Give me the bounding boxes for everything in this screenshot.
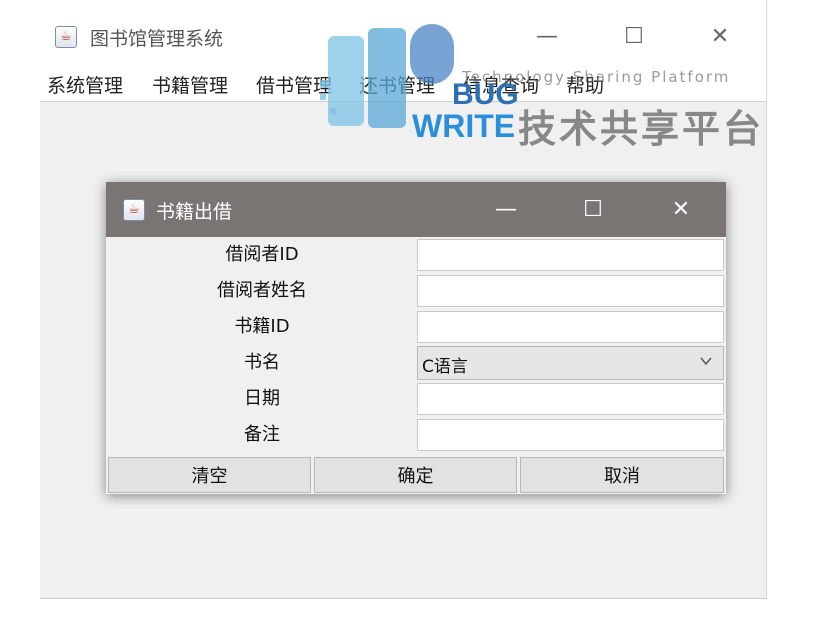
remark-input[interactable] <box>417 419 724 451</box>
menu-return-management[interactable]: 还书管理 <box>359 71 435 98</box>
borrower-id-label: 借阅者ID <box>225 244 299 265</box>
date-input[interactable] <box>417 383 724 415</box>
clear-button[interactable]: 清空 <box>108 457 311 493</box>
chevron-down-icon[interactable] <box>699 354 713 368</box>
main-titlebar[interactable]: ☕ 图书馆管理系统 — ☐ ✕ <box>40 0 766 68</box>
cancel-button[interactable]: 取消 <box>520 457 724 493</box>
remark-label: 备注 <box>244 424 280 445</box>
menu-bar: 系统管理 书籍管理 借书管理 还书管理 信息查询 帮助 <box>40 68 766 102</box>
book-name-select[interactable]: C语言 <box>417 346 724 380</box>
menu-book-management[interactable]: 书籍管理 <box>152 71 228 98</box>
confirm-button[interactable]: 确定 <box>314 457 517 493</box>
book-name-selected: C语言 <box>422 357 468 377</box>
book-lend-dialog: ☕ 书籍出借 — ☐ ✕ 借阅者ID 借阅者姓名 书籍ID 书名 C语言 日期 … <box>106 182 726 494</box>
menu-help[interactable]: 帮助 <box>566 71 604 98</box>
close-icon[interactable]: ✕ <box>700 22 740 52</box>
dialog-title: 书籍出借 <box>156 201 233 223</box>
java-cup-icon: ☕ <box>123 199 145 221</box>
menu-system-management[interactable]: 系统管理 <box>47 71 123 98</box>
maximize-icon[interactable]: ☐ <box>573 195 613 225</box>
book-id-label: 书籍ID <box>234 316 290 337</box>
menu-borrow-management[interactable]: 借书管理 <box>256 71 332 98</box>
maximize-icon[interactable]: ☐ <box>614 22 654 52</box>
minimize-icon[interactable]: — <box>527 22 567 52</box>
dialog-titlebar[interactable]: ☕ 书籍出借 — ☐ ✕ <box>106 182 726 237</box>
window-title: 图书馆管理系统 <box>90 28 224 50</box>
java-cup-icon: ☕ <box>55 26 77 48</box>
menu-info-query[interactable]: 信息查询 <box>463 71 539 98</box>
borrower-name-input[interactable] <box>417 275 724 307</box>
book-name-label: 书名 <box>244 352 280 373</box>
book-id-input[interactable] <box>417 311 724 343</box>
borrower-id-input[interactable] <box>417 239 724 271</box>
date-label: 日期 <box>244 388 280 409</box>
close-icon[interactable]: ✕ <box>661 195 701 225</box>
minimize-icon[interactable]: — <box>486 195 526 225</box>
borrower-name-label: 借阅者姓名 <box>217 280 307 301</box>
